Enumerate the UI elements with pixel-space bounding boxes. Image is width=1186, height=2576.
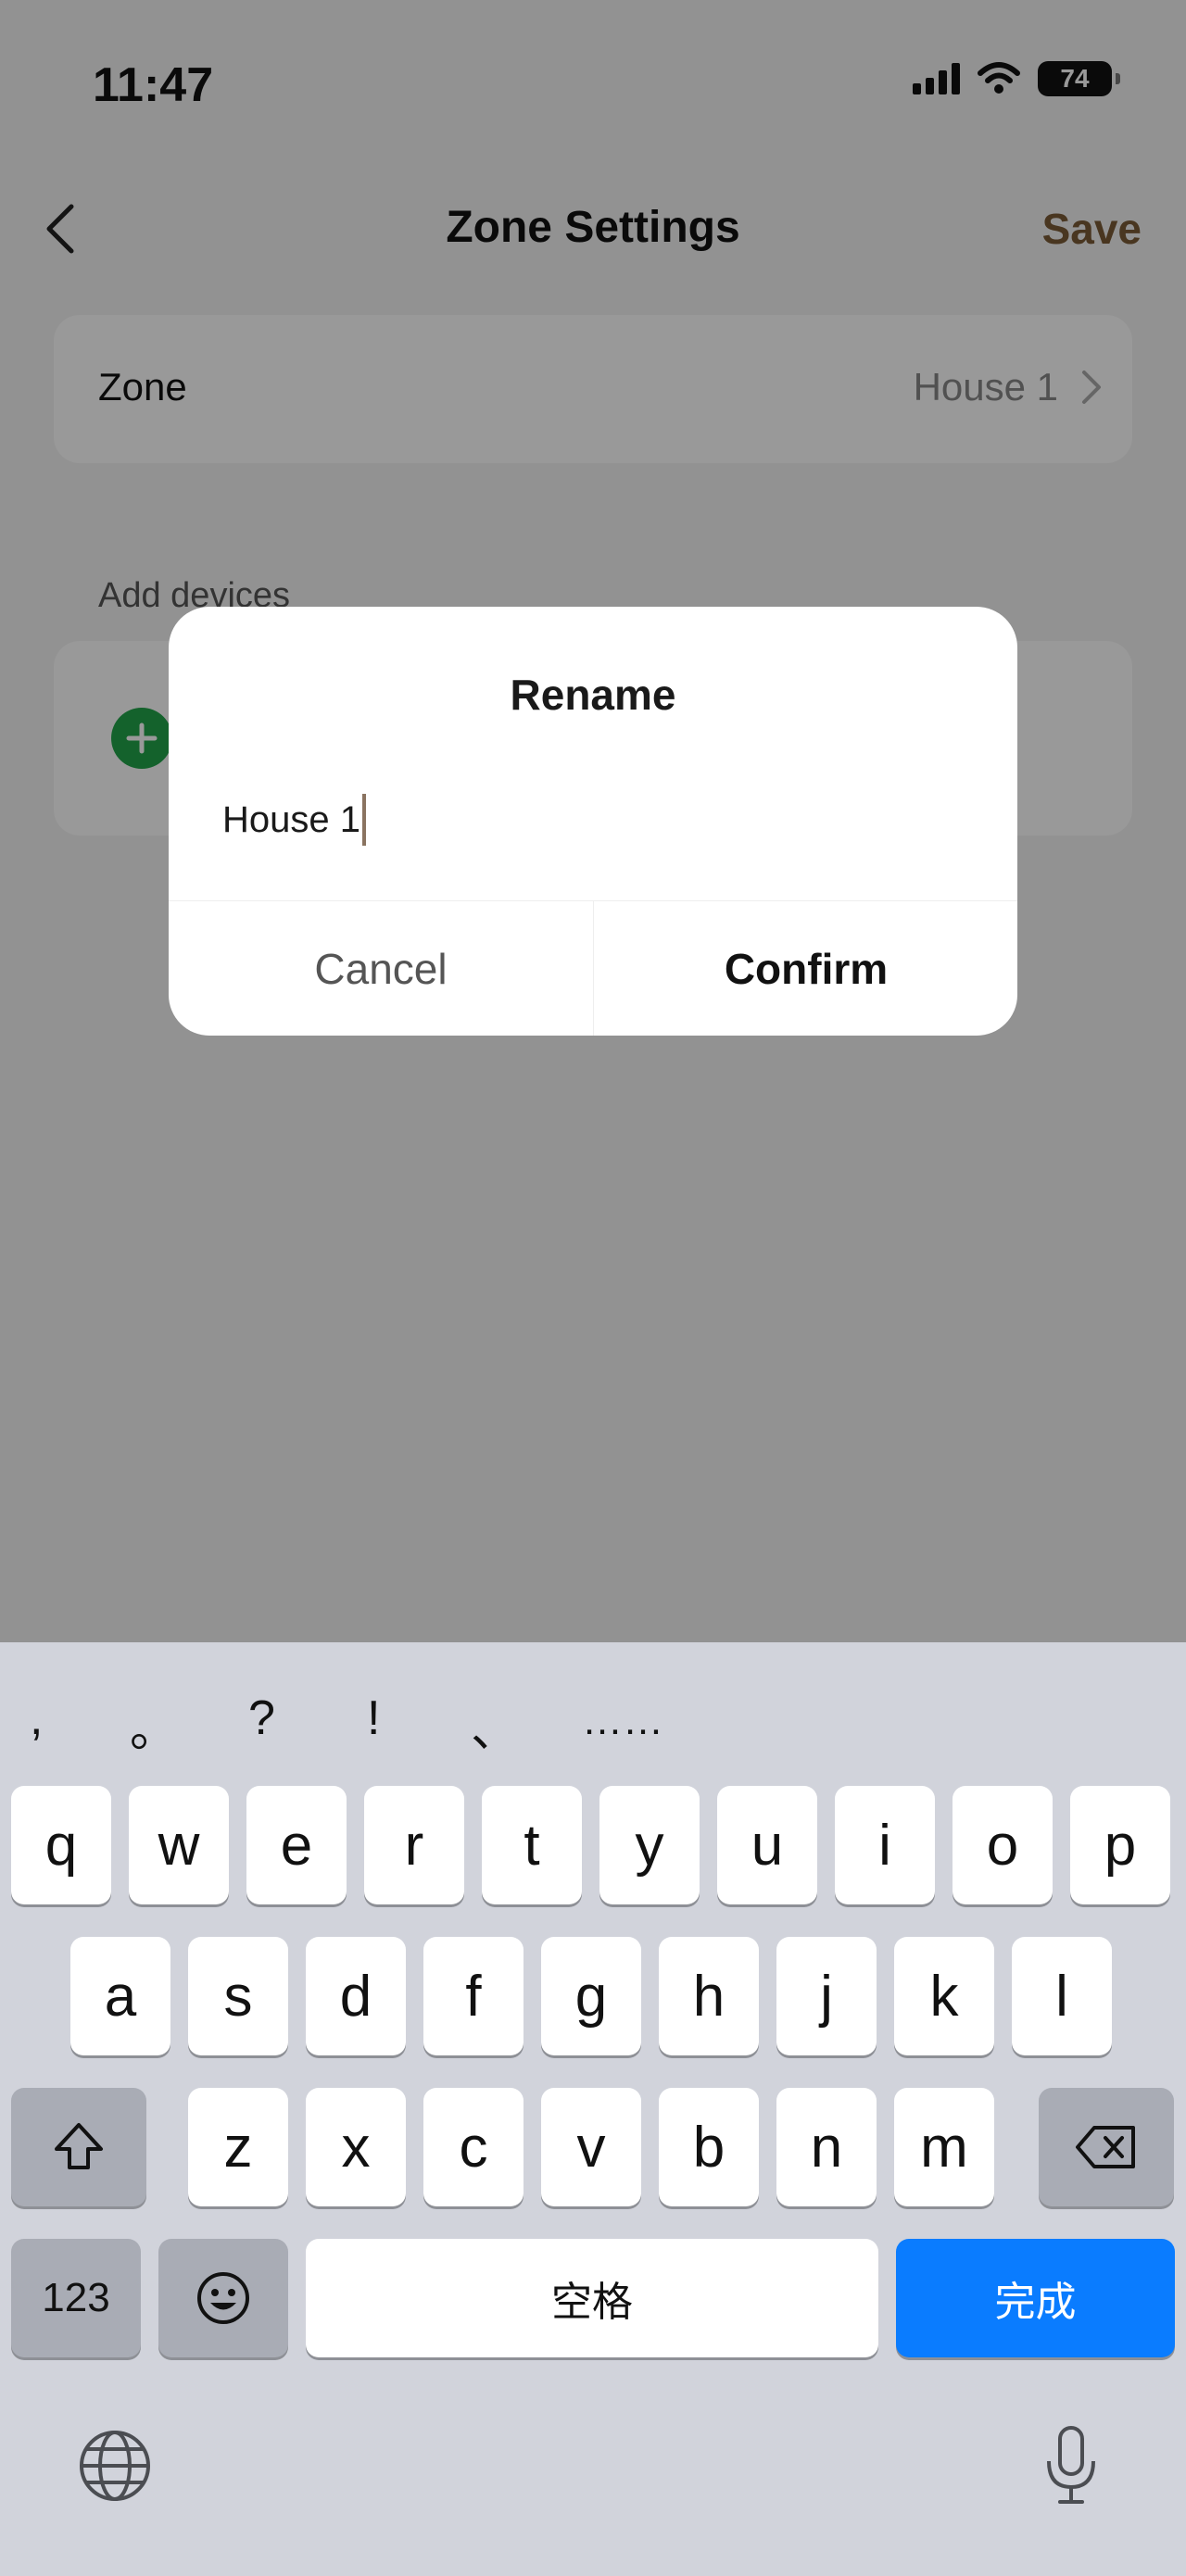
delete-key[interactable] <box>1039 2088 1174 2206</box>
key-y[interactable]: y <box>599 1786 700 1904</box>
key-v[interactable]: v <box>541 2088 641 2206</box>
punctuation-key[interactable]: 。 <box>130 1690 178 1760</box>
cancel-button[interactable]: Cancel <box>169 901 593 1036</box>
rename-dialog: Rename House 1 Cancel Confirm <box>169 607 1017 1036</box>
key-b[interactable]: b <box>659 2088 759 2206</box>
key-a[interactable]: a <box>70 1937 170 2055</box>
key-w[interactable]: w <box>129 1786 229 1904</box>
punctuation-key[interactable]: …… <box>582 1698 663 1744</box>
key-p[interactable]: p <box>1070 1786 1170 1904</box>
key-n[interactable]: n <box>776 2088 877 2206</box>
key-r[interactable]: r <box>364 1786 464 1904</box>
key-e[interactable]: e <box>246 1786 347 1904</box>
delete-icon <box>1076 2126 1135 2168</box>
key-s[interactable]: s <box>188 1937 288 2055</box>
key-m[interactable]: m <box>894 2088 994 2206</box>
globe-button[interactable] <box>74 2425 156 2507</box>
globe-icon <box>80 2431 150 2501</box>
emoji-icon <box>197 2272 249 2324</box>
key-t[interactable]: t <box>482 1786 582 1904</box>
shift-key[interactable] <box>11 2088 146 2206</box>
rename-input-value: House 1 <box>222 798 360 840</box>
dialog-title: Rename <box>510 671 676 719</box>
key-d[interactable]: d <box>306 1937 406 2055</box>
punctuation-key[interactable]: ? <box>248 1690 275 1746</box>
key-c[interactable]: c <box>423 2088 524 2206</box>
numbers-key[interactable]: 123 <box>11 2239 141 2357</box>
key-g[interactable]: g <box>541 1937 641 2055</box>
key-l[interactable]: l <box>1012 1937 1112 2055</box>
key-q[interactable]: q <box>11 1786 111 1904</box>
punctuation-key[interactable]: ! <box>367 1690 380 1746</box>
done-key[interactable]: 完成 <box>896 2239 1175 2357</box>
keyboard: , 。 ? ! 、 …… q w e r t y u i o p a s d f… <box>0 1642 1186 2576</box>
microphone-button[interactable] <box>1030 2416 1112 2516</box>
space-key[interactable]: 空格 <box>306 2239 878 2357</box>
key-f[interactable]: f <box>423 1937 524 2055</box>
key-o[interactable]: o <box>953 1786 1053 1904</box>
punctuation-suggestions: , 。 ? ! 、 …… <box>0 1642 1186 1763</box>
key-i[interactable]: i <box>835 1786 935 1904</box>
confirm-button[interactable]: Confirm <box>594 901 1017 1036</box>
key-u[interactable]: u <box>717 1786 817 1904</box>
emoji-key[interactable] <box>158 2239 288 2357</box>
key-k[interactable]: k <box>894 1937 994 2055</box>
key-x[interactable]: x <box>306 2088 406 2206</box>
key-z[interactable]: z <box>188 2088 288 2206</box>
rename-input[interactable]: House 1 <box>222 783 964 857</box>
microphone-icon <box>1047 2426 1095 2504</box>
key-h[interactable]: h <box>659 1937 759 2055</box>
key-j[interactable]: j <box>776 1937 877 2055</box>
punctuation-key[interactable]: , <box>30 1690 43 1746</box>
shift-icon <box>55 2123 103 2169</box>
text-caret <box>361 794 366 846</box>
punctuation-key[interactable]: 、 <box>471 1690 519 1760</box>
